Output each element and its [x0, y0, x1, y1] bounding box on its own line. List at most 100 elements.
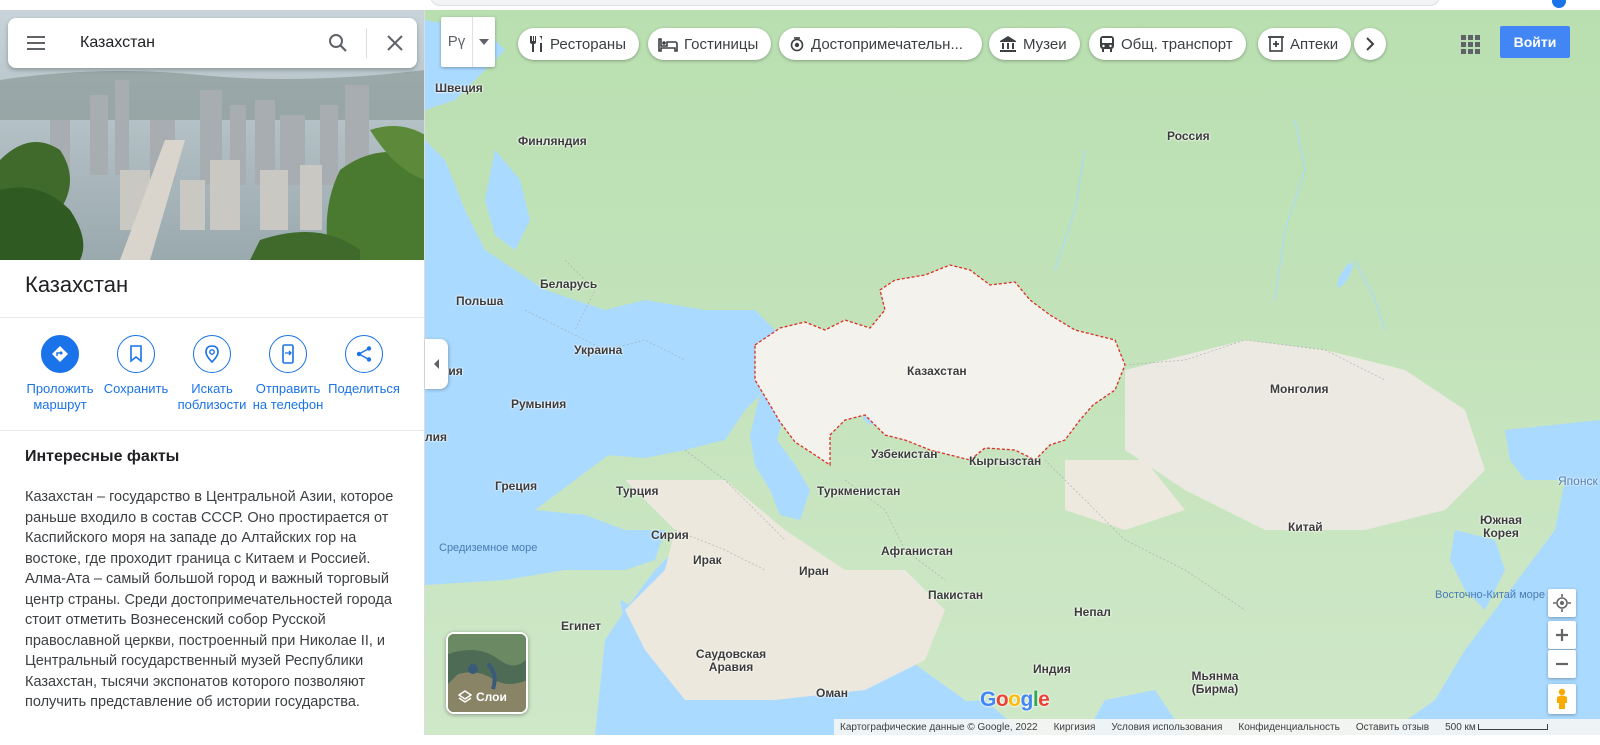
map-label[interactable]: Индия: [1033, 662, 1071, 676]
nearby-icon: [193, 335, 231, 373]
chip-label: Общ. транспорт: [1121, 35, 1233, 53]
layers-button[interactable]: Слои: [446, 632, 528, 714]
map-label[interactable]: Греция: [495, 479, 537, 493]
chips-next-button[interactable]: [1354, 28, 1386, 60]
chip-transit[interactable]: Общ. транспорт: [1089, 28, 1246, 60]
zoom-out-button[interactable]: [1548, 650, 1576, 678]
map-label[interactable]: Швеция: [435, 81, 483, 95]
chevron-right-icon: [1366, 37, 1375, 51]
chip-label: Гостиницы: [684, 35, 759, 53]
chip-restaurants[interactable]: Рестораны: [518, 28, 639, 60]
map-label[interactable]: Непал: [1074, 605, 1111, 619]
my-location-button[interactable]: [1548, 589, 1576, 617]
terms-link[interactable]: Условия использования: [1111, 722, 1222, 733]
menu-icon[interactable]: [24, 31, 48, 55]
map-label[interactable]: Оман: [816, 686, 848, 700]
layers-label: Слои: [476, 690, 507, 704]
chip-label: Музеи: [1023, 35, 1067, 53]
chip-pharmacies[interactable]: Аптеки: [1258, 28, 1352, 60]
map-label[interactable]: Румыния: [511, 397, 566, 411]
side-panel: Казахстан Проложить маршрут Сохранить Ис…: [0, 10, 425, 735]
bottom-strip: [0, 735, 1600, 745]
profile-icon[interactable]: [1552, 0, 1566, 8]
signin-button[interactable]: Войти: [1500, 26, 1570, 58]
facts-text: Казахстан – государство в Центральной Аз…: [25, 489, 394, 710]
scale-label[interactable]: 500 км: [1445, 722, 1476, 733]
street-view-button[interactable]: [1548, 684, 1576, 714]
camera-icon: [790, 37, 804, 52]
my-location-icon: [1553, 594, 1571, 612]
privacy-link[interactable]: Конфиденциальность: [1238, 722, 1339, 733]
search-icon[interactable]: [326, 31, 350, 55]
phone-icon: [269, 335, 307, 373]
scale-bar: [1477, 724, 1548, 730]
map-label[interactable]: Турция: [616, 484, 658, 498]
collapse-panel-button[interactable]: [425, 339, 448, 389]
map-label[interactable]: Китай: [1288, 520, 1323, 534]
map-label[interactable]: Иран: [799, 564, 829, 578]
pharmacy-icon: [1268, 36, 1284, 52]
map-footer: Картографические данные © Google, 2022 К…: [834, 719, 1600, 735]
map-label[interactable]: лия: [425, 430, 447, 444]
map-canvas[interactable]: Швеция Финляндия Россия Беларусь Польша …: [425, 10, 1600, 735]
map-label[interactable]: Беларусь: [540, 277, 597, 291]
map-label[interactable]: Саудовская Аравия: [693, 648, 769, 674]
chip-hotels[interactable]: Гостиницы: [648, 28, 772, 60]
save-button[interactable]: Сохранить: [98, 335, 174, 397]
action-label: Искать поблизости: [177, 381, 247, 412]
feedback-link[interactable]: Оставить отзыв: [1356, 722, 1429, 733]
search-input[interactable]: [80, 31, 310, 55]
museum-icon: [1000, 36, 1016, 52]
map-label[interactable]: Афганистан: [881, 544, 953, 558]
chip-label: Аптеки: [1290, 35, 1339, 53]
directions-button[interactable]: Проложить маршрут: [22, 335, 98, 413]
zoom-in-button[interactable]: [1548, 621, 1576, 649]
minus-icon: [1556, 662, 1568, 666]
map-label[interactable]: Ирак: [693, 553, 722, 567]
map-label[interactable]: Туркменистан: [817, 484, 900, 498]
browser-top-strip: [0, 0, 1600, 10]
map-label[interactable]: Польша: [456, 294, 503, 308]
action-label: Сохранить: [103, 381, 169, 396]
bookmark-icon: [117, 335, 155, 373]
search-divider: [366, 28, 367, 58]
action-label: Поделиться: [328, 381, 400, 396]
layers-icon: [458, 690, 472, 703]
map-attribution: Картографические данные © Google, 2022: [840, 721, 1038, 733]
chevron-down-icon: [473, 17, 495, 67]
water-label: Восточно-Китай море: [1435, 589, 1546, 601]
share-icon: [345, 335, 383, 373]
map-label[interactable]: Японск: [1558, 474, 1598, 488]
send-to-phone-button[interactable]: Отправить на телефон: [250, 335, 326, 413]
chip-museums[interactable]: Музеи: [989, 28, 1080, 60]
map-label[interactable]: Египет: [561, 619, 601, 633]
layers-label-wrap: Слои: [458, 690, 507, 704]
nearby-button[interactable]: Искать поблизости: [174, 335, 250, 413]
chip-label: Рестораны: [550, 35, 626, 53]
chevron-left-icon: [433, 359, 439, 369]
share-button[interactable]: Поделиться: [326, 335, 402, 397]
region-link[interactable]: Киргизия: [1054, 722, 1096, 733]
map-label[interactable]: Сирия: [651, 528, 689, 542]
water-label: Средиземное море: [439, 542, 538, 554]
google-logo: Google: [980, 688, 1050, 711]
map-label[interactable]: Пакистан: [928, 588, 983, 602]
language-select[interactable]: Рү: [441, 17, 495, 67]
map-label[interactable]: Узбекистан: [871, 447, 937, 461]
map-label[interactable]: Россия: [1167, 129, 1210, 143]
chip-label: Достопримечательн...: [811, 35, 963, 53]
facts-heading: Интересные факты: [25, 448, 180, 465]
map-label[interactable]: Южная Корея: [1477, 514, 1525, 540]
map-label[interactable]: Казахстан: [907, 364, 967, 378]
apps-grid-icon[interactable]: [1458, 32, 1482, 56]
close-icon[interactable]: [383, 31, 407, 55]
map-label[interactable]: Украина: [574, 343, 622, 357]
directions-icon: [41, 335, 79, 373]
map-label[interactable]: Кыргызстан: [969, 454, 1041, 468]
pegman-icon: [1557, 688, 1567, 709]
chip-attractions[interactable]: Достопримечательн...: [779, 28, 982, 60]
map-label[interactable]: Мьянма (Бирма): [1185, 670, 1245, 696]
map-label[interactable]: Финляндия: [518, 134, 587, 148]
map-label[interactable]: Монголия: [1270, 382, 1328, 396]
browser-address-bar[interactable]: [430, 0, 1440, 6]
